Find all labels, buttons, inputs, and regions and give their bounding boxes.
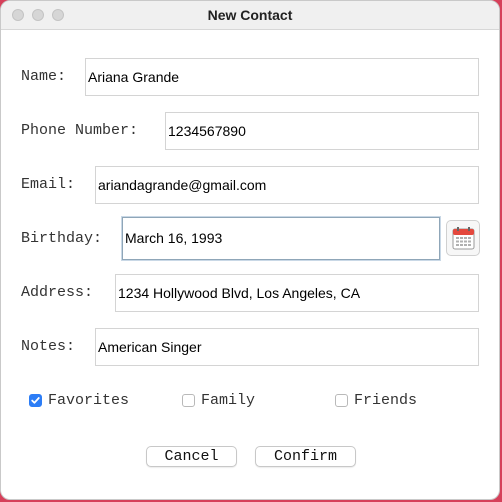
- favorites-label: Favorites: [48, 392, 130, 409]
- family-checkbox[interactable]: [182, 394, 195, 407]
- calendar-button[interactable]: [446, 220, 480, 256]
- calendar-icon: [452, 227, 475, 250]
- notes-label: Notes:: [21, 338, 76, 355]
- new-contact-window: New Contact Name: Ariana Grande Phone Nu…: [0, 0, 500, 500]
- window-title: New Contact: [207, 7, 293, 23]
- phone-number-field[interactable]: 1234567890: [165, 112, 479, 150]
- family-label: Family: [201, 392, 256, 409]
- friends-label: Friends: [354, 392, 418, 409]
- favorites-checkbox[interactable]: [29, 394, 42, 407]
- confirm-button[interactable]: Confirm: [255, 446, 356, 467]
- cancel-button[interactable]: Cancel: [146, 446, 237, 467]
- birthday-label: Birthday:: [21, 230, 103, 247]
- email-field[interactable]: ariandagrande@gmail.com: [95, 166, 479, 204]
- birthday-field[interactable]: March 16, 1993: [122, 217, 440, 260]
- phone-number-label: Phone Number:: [21, 122, 139, 139]
- email-label: Email:: [21, 176, 76, 193]
- friends-checkbox[interactable]: [335, 394, 348, 407]
- address-label: Address:: [21, 284, 94, 301]
- title-bar: New Contact: [1, 1, 499, 30]
- address-field[interactable]: 1234 Hollywood Blvd, Los Angeles, CA: [115, 274, 479, 312]
- name-field[interactable]: Ariana Grande: [85, 58, 479, 96]
- notes-field[interactable]: American Singer: [95, 328, 479, 366]
- checkmark-icon: [31, 397, 40, 404]
- name-label: Name:: [21, 68, 67, 85]
